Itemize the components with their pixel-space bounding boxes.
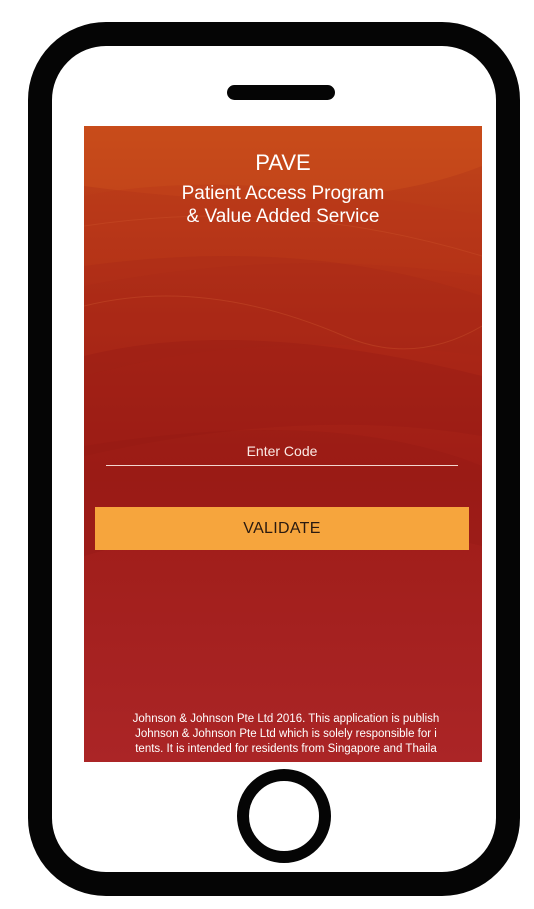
disclaimer-line-3: tents. It is intended for residents from… <box>135 743 437 755</box>
home-button-icon[interactable] <box>237 769 331 863</box>
app-subtitle-line-2: & Value Added Service <box>186 206 380 227</box>
speaker-slot-icon <box>227 85 335 100</box>
app-subtitle-line-1: Patient Access Program <box>181 183 385 204</box>
disclaimer-text: Johnson & Johnson Pte Ltd 2016. This app… <box>84 712 482 757</box>
code-input[interactable] <box>106 436 458 466</box>
disclaimer-line-1: Johnson & Johnson Pte Ltd 2016. This app… <box>132 713 440 725</box>
validate-button[interactable]: VALIDATE <box>95 507 469 550</box>
phone-mockup: PAVE Patient Access Program & Value Adde… <box>0 0 534 909</box>
app-title: PAVE <box>255 150 311 175</box>
app-subtitle: Patient Access Program & Value Added Ser… <box>84 182 482 228</box>
disclaimer-line-2: Johnson & Johnson Pte Ltd which is solel… <box>135 728 437 740</box>
app-screen: PAVE Patient Access Program & Value Adde… <box>84 126 482 762</box>
